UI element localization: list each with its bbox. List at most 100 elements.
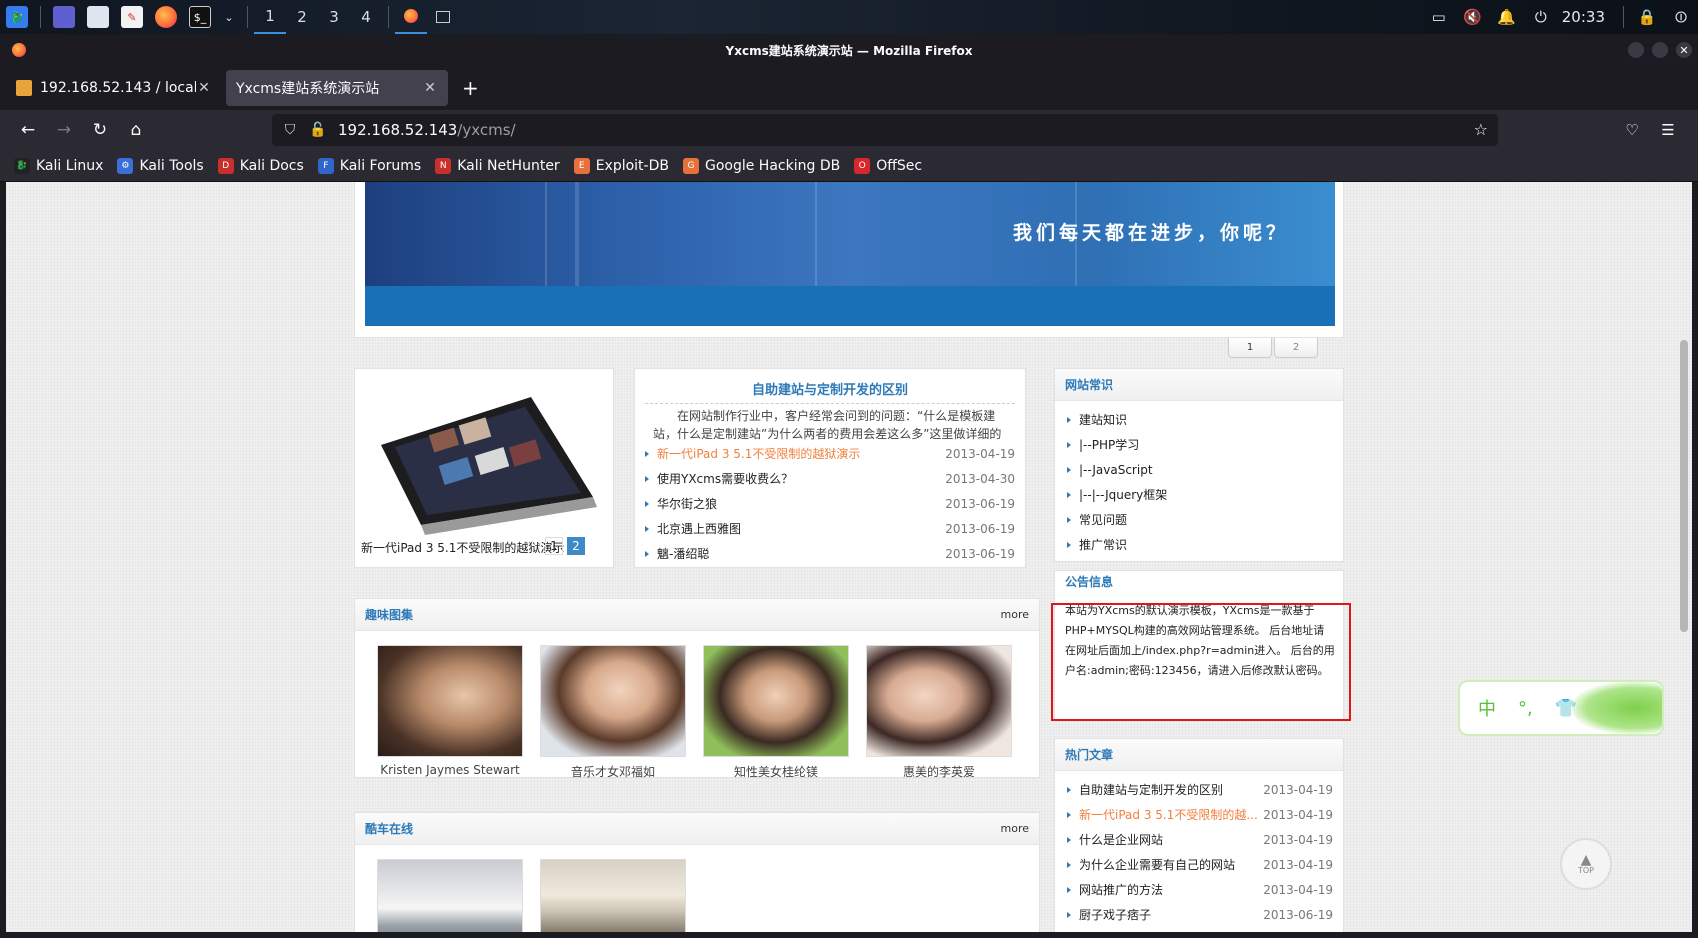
tab-phpmyadmin[interactable]: 192.168.52.143 / localhost ✕ bbox=[6, 70, 222, 106]
banner-slogan: 我们每天都在进步，你呢？ bbox=[1012, 222, 1289, 244]
list-item[interactable]: 华尔街之狼 2013-06-19 bbox=[645, 491, 1015, 516]
ime-punctuation[interactable]: °, bbox=[1518, 698, 1533, 719]
car-photo[interactable] bbox=[540, 859, 686, 932]
car-photo[interactable] bbox=[377, 859, 523, 932]
panel-title[interactable]: 热门文章 bbox=[1065, 746, 1113, 763]
list-item[interactable]: 什么是企业网站 2013-04-19 bbox=[1067, 827, 1333, 852]
list-item[interactable]: |--|--Jquery框架 bbox=[1067, 482, 1327, 507]
workspace-2[interactable]: 2 bbox=[286, 0, 318, 34]
list-item[interactable]: 为什么企业需要有自己的网站 2013-04-19 bbox=[1067, 852, 1333, 877]
notice-title[interactable]: 公告信息 bbox=[1065, 573, 1113, 590]
focus-page-1[interactable]: 1 bbox=[545, 537, 563, 555]
bookmark-google-hacking-db[interactable]: G Google Hacking DB bbox=[682, 157, 840, 174]
maximize-icon[interactable] bbox=[1652, 42, 1668, 58]
logout-icon[interactable]: ⏼ bbox=[1670, 6, 1692, 28]
panel-title[interactable]: 酷车在线 bbox=[365, 820, 413, 837]
gallery-caption[interactable]: Kristen Jaymes Stewart bbox=[377, 763, 523, 777]
firefox-icon[interactable] bbox=[155, 6, 177, 28]
kali-menu-icon[interactable]: 🐉 bbox=[6, 6, 28, 28]
list-item[interactable]: 使用YXcms需要收费么？ 2013-04-30 bbox=[645, 466, 1015, 491]
list-item[interactable]: 常见问题 bbox=[1067, 507, 1327, 532]
more-link[interactable]: more bbox=[1001, 822, 1030, 835]
bookmark-kali-nethunter[interactable]: N Kali NetHunter bbox=[435, 157, 560, 174]
workspace-3[interactable]: 3 bbox=[318, 0, 350, 34]
gallery-photo[interactable] bbox=[377, 645, 523, 757]
power-icon[interactable]: ⏻ bbox=[1530, 6, 1552, 28]
gallery-photo[interactable] bbox=[703, 645, 849, 757]
news-panel: 自助建站与定制开发的区别 在网站制作行业中，客户经常会问到的问题：“什么是模板建… bbox=[634, 368, 1026, 568]
hot-articles-panel: 热门文章 自助建站与定制开发的区别 2013-04-19 新一代iPad 3 5.… bbox=[1054, 738, 1344, 932]
list-item[interactable]: 新一代iPad 3 5.1不受限制的越狱演示 2013-04-19 bbox=[645, 441, 1015, 466]
minimize-icon[interactable] bbox=[1628, 42, 1644, 58]
bookmark-exploit-db[interactable]: E Exploit-DB bbox=[573, 157, 669, 174]
news-headline[interactable]: 自助建站与定制开发的区别 bbox=[635, 379, 1025, 398]
more-link[interactable]: more bbox=[1001, 608, 1030, 621]
gallery-item[interactable]: 惠美的李英爱 bbox=[866, 645, 1012, 780]
list-item[interactable]: 厨子戏子痞子 2013-06-19 bbox=[1067, 902, 1333, 927]
bookmark-kali-linux[interactable]: 🐉 Kali Linux bbox=[14, 157, 103, 174]
insecure-lock-icon[interactable]: 🔓 bbox=[308, 122, 328, 138]
workspace-1[interactable]: 1 bbox=[254, 0, 286, 34]
taskbar-firefox-window[interactable] bbox=[395, 0, 427, 34]
bookmark-kali-forums[interactable]: F Kali Forums bbox=[317, 157, 421, 174]
bookmark-kali-tools[interactable]: ⚙ Kali Tools bbox=[117, 157, 204, 174]
taskbar-terminal-window[interactable] bbox=[427, 0, 459, 34]
gallery-photo[interactable] bbox=[866, 645, 1012, 757]
desktop-icon[interactable] bbox=[53, 6, 75, 28]
focus-caption[interactable]: 新一代iPad 3 5.1不受限制的越狱演示 bbox=[361, 539, 564, 556]
list-item[interactable]: 网站推广的方法 2013-04-19 bbox=[1067, 877, 1333, 902]
bookmark-kali-docs[interactable]: D Kali Docs bbox=[217, 157, 304, 174]
lock-icon[interactable]: 🔒 bbox=[1636, 6, 1658, 28]
gallery-caption[interactable]: 音乐才女邓福如 bbox=[540, 763, 686, 780]
shield-icon[interactable]: ⛉ bbox=[280, 122, 300, 138]
file-manager-icon[interactable] bbox=[87, 6, 109, 28]
focus-page-2[interactable]: 2 bbox=[567, 537, 585, 555]
reload-icon[interactable]: ↻ bbox=[84, 114, 116, 146]
gallery-item[interactable]: 音乐才女邓福如 bbox=[540, 645, 686, 780]
home-icon[interactable]: ⌂ bbox=[120, 114, 152, 146]
list-item[interactable]: 北京遇上西雅图 2013-06-19 bbox=[645, 516, 1015, 541]
gallery-caption[interactable]: 惠美的李英爱 bbox=[866, 763, 1012, 780]
list-item[interactable]: |--PHP学习 bbox=[1067, 432, 1327, 457]
news-list: 新一代iPad 3 5.1不受限制的越狱演示 2013-04-19 使用YXcms… bbox=[645, 441, 1015, 566]
back-icon[interactable]: ← bbox=[12, 114, 44, 146]
ime-chinese-char[interactable]: 中 bbox=[1478, 695, 1496, 721]
gallery-item[interactable]: Kristen Jaymes Stewart bbox=[377, 645, 523, 777]
gallery-item[interactable]: 知性美女桂纶镁 bbox=[703, 645, 849, 780]
bookmark-star-icon[interactable]: ☆ bbox=[1474, 120, 1488, 139]
list-item[interactable]: 建站知识 bbox=[1067, 407, 1327, 432]
menu-icon[interactable]: ☰ bbox=[1652, 114, 1684, 146]
pocket-icon[interactable]: ♡ bbox=[1616, 114, 1648, 146]
screen-icon[interactable]: ▭ bbox=[1428, 6, 1450, 28]
terminal-icon[interactable]: $_ bbox=[189, 6, 211, 28]
bookmark-offsec[interactable]: O OffSec bbox=[854, 157, 922, 174]
page-scrollbar[interactable] bbox=[1680, 340, 1688, 632]
close-tab-icon[interactable]: ✕ bbox=[422, 80, 438, 96]
bell-icon[interactable]: 🔔 bbox=[1496, 6, 1518, 28]
list-item[interactable]: 推广常识 bbox=[1067, 532, 1327, 557]
volume-muted-icon[interactable]: 🔇 bbox=[1462, 6, 1484, 28]
panel-title[interactable]: 趣味图集 bbox=[365, 606, 413, 623]
back-to-top-button[interactable]: ▲ TOP bbox=[1560, 838, 1612, 890]
tablet-image[interactable] bbox=[361, 385, 601, 535]
list-item[interactable]: 自助建站与定制开发的区别 2013-04-19 bbox=[1067, 777, 1333, 802]
forward-icon[interactable]: → bbox=[48, 114, 80, 146]
gallery-photo[interactable] bbox=[540, 645, 686, 757]
chevron-down-icon[interactable]: ⌄ bbox=[223, 6, 235, 28]
close-tab-icon[interactable]: ✕ bbox=[196, 80, 212, 96]
url-bar[interactable]: ⛉ 🔓 192.168.52.143/yxcms/ ☆ bbox=[272, 114, 1498, 146]
banner-slideshow[interactable]: 我们每天都在进步，你呢？ bbox=[365, 182, 1335, 326]
ime-floating-widget[interactable]: 中 °, 👕 bbox=[1458, 680, 1664, 736]
new-tab-icon[interactable]: + bbox=[462, 76, 479, 100]
gallery-caption[interactable]: 知性美女桂纶镁 bbox=[703, 763, 849, 780]
panel-title[interactable]: 网站常识 bbox=[1065, 376, 1113, 393]
list-item[interactable]: |--JavaScript bbox=[1067, 457, 1327, 482]
list-item[interactable]: 新一代iPad 3 5.1不受限制的越... 2013-04-19 bbox=[1067, 802, 1333, 827]
banner-page-1[interactable]: 1 bbox=[1228, 338, 1272, 358]
list-item[interactable]: 魑-潘绍聪 2013-06-19 bbox=[645, 541, 1015, 566]
tab-yxcms[interactable]: Yxcms建站系统演示站 ✕ bbox=[226, 70, 448, 106]
close-icon[interactable]: ✕ bbox=[1676, 42, 1692, 58]
text-editor-icon[interactable]: ✎ bbox=[121, 6, 143, 28]
banner-page-2[interactable]: 2 bbox=[1274, 338, 1318, 358]
workspace-4[interactable]: 4 bbox=[350, 0, 382, 34]
